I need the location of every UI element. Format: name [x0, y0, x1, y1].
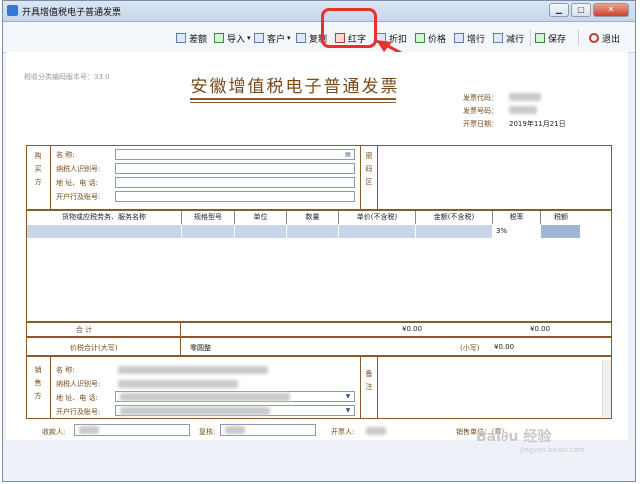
chevron-down-icon: ▾: [247, 34, 251, 42]
seller-name-value: [118, 366, 268, 374]
seller-address-select[interactable]: [115, 391, 355, 402]
divider: [180, 322, 181, 337]
exit-button[interactable]: 退出: [589, 31, 620, 45]
item-unit-cell[interactable]: [235, 225, 287, 238]
seller-taxid-label: 纳税人识别号:: [56, 380, 101, 388]
column-header-tax-rate: 税率: [493, 211, 541, 224]
buyer-taxid-label: 纳税人识别号:: [56, 165, 101, 173]
seller-address-label: 地 址、电 话:: [56, 394, 98, 402]
difference-icon: [176, 33, 186, 43]
total-amount: ¥0.00: [402, 325, 423, 333]
invoice-number: 发票号码：: [463, 106, 537, 116]
import-icon: [214, 33, 224, 43]
title-underline: [190, 98, 396, 100]
delete-row-icon: [493, 33, 503, 43]
divider: [377, 145, 378, 210]
customer-button[interactable]: 客户 ▾: [254, 31, 291, 45]
save-icon: [535, 33, 545, 43]
invoice-date: 开票日期： 2019年11月21日: [463, 120, 566, 128]
invoice-code: 发票代码：: [463, 93, 541, 103]
title-underline: [190, 102, 396, 103]
total-row: [26, 322, 612, 337]
column-header-unit-price: 单价(不含税): [339, 211, 416, 224]
toolbar: 差额 导入 ▾ 客户 ▾ 复制 红字 折扣 价格 增行 减行 保存 退出: [3, 22, 635, 53]
payee-label: 收款人:: [42, 428, 66, 436]
toolbar-separator: [530, 30, 531, 46]
remark-label: 备注: [365, 370, 373, 391]
item-amount-cell[interactable]: [416, 225, 493, 238]
seller-name-label: 名 称:: [56, 366, 75, 374]
sum-small-label: (小写): [460, 344, 480, 352]
watermark-url: jingyan.baidu.com: [520, 446, 585, 454]
customer-icon: [254, 33, 264, 43]
remark-scrollbar[interactable]: [602, 360, 611, 417]
seller-bank-label: 开户行及账号:: [56, 408, 101, 416]
redacted-value: [509, 106, 537, 114]
divider: [360, 356, 361, 419]
buyer-address-input[interactable]: [115, 177, 355, 188]
seller-bank-select[interactable]: [115, 405, 355, 416]
item-price-cell[interactable]: [339, 225, 416, 238]
cipher-area-label: 密码区: [365, 152, 373, 186]
watermark: Bai∂u 经验: [476, 429, 552, 445]
column-header-unit: 单位: [235, 211, 287, 224]
payee-input[interactable]: [74, 424, 190, 436]
app-icon: [7, 5, 18, 16]
divider: [377, 356, 378, 419]
seller-taxid-value: [118, 380, 238, 388]
divider: [50, 145, 51, 210]
item-quantity-cell[interactable]: [287, 225, 339, 238]
tax-code-version: 税收分类编码版本号：33.0: [24, 73, 110, 81]
highlight-annotation-box: [321, 8, 377, 48]
maximize-button[interactable]: ▢: [571, 3, 591, 17]
import-button[interactable]: 导入 ▾: [214, 31, 251, 45]
save-button[interactable]: 保存: [535, 31, 566, 45]
divider: [360, 145, 361, 210]
minimize-button[interactable]: ▁: [549, 3, 569, 17]
item-spec-cell[interactable]: [182, 225, 235, 238]
redacted-value: [509, 93, 541, 101]
toolbar-separator: [578, 30, 579, 46]
chevron-down-icon[interactable]: ▼: [343, 392, 353, 401]
chevron-down-icon[interactable]: ▼: [343, 406, 353, 415]
title-bar: 开具增值税电子普通发票 ▁ ▢ ✕: [3, 1, 635, 22]
sum-uppercase-value: 零圆整: [190, 344, 211, 352]
buyer-name-label: 名 称:: [56, 151, 75, 159]
column-header-tax: 税额: [541, 211, 581, 224]
copy-icon: [296, 33, 306, 43]
window-title: 开具增值税电子普通发票: [22, 8, 122, 18]
buyer-bank-label: 开户行及账号:: [56, 193, 101, 201]
power-icon: [589, 33, 599, 43]
reviewer-label: 复核:: [199, 428, 216, 436]
buyer-name-input[interactable]: [115, 149, 355, 160]
total-tax: ¥0.00: [530, 325, 551, 333]
column-header-amount: 金额(不含税): [416, 211, 493, 224]
item-tax-rate-cell[interactable]: 3%: [493, 225, 541, 238]
chevron-down-icon: ▾: [287, 34, 291, 42]
buyer-address-label: 地 址、电 话:: [56, 179, 98, 187]
list-icon[interactable]: ▤: [343, 150, 353, 159]
sum-uppercase-label: 价税合计(大写): [70, 344, 118, 352]
delete-row-button[interactable]: 减行: [493, 31, 524, 45]
column-header-spec: 规格型号: [182, 211, 235, 224]
column-header-quantity: 数量: [287, 211, 339, 224]
drawer-value: [366, 427, 386, 435]
sum-small-value: ¥0.00: [494, 343, 515, 351]
item-name-cell[interactable]: [40, 225, 182, 238]
invoice-title: 安徽增值税电子普通发票: [190, 77, 400, 97]
item-tax-cell[interactable]: [541, 225, 581, 238]
reviewer-input[interactable]: [220, 424, 316, 436]
total-label: 合 计: [76, 326, 93, 334]
close-button[interactable]: ✕: [593, 3, 629, 17]
buyer-bank-input[interactable]: [115, 191, 355, 202]
seller-side-label: 销售方: [34, 366, 42, 400]
buyer-side-label: 购买方: [34, 152, 42, 186]
difference-button[interactable]: 差额: [176, 31, 207, 45]
buyer-taxid-input[interactable]: [115, 163, 355, 174]
divider: [180, 337, 181, 356]
divider: [50, 356, 51, 419]
drawer-label: 开票人:: [331, 428, 355, 436]
column-header-name: 货物或应税劳务、服务名称: [27, 211, 182, 224]
